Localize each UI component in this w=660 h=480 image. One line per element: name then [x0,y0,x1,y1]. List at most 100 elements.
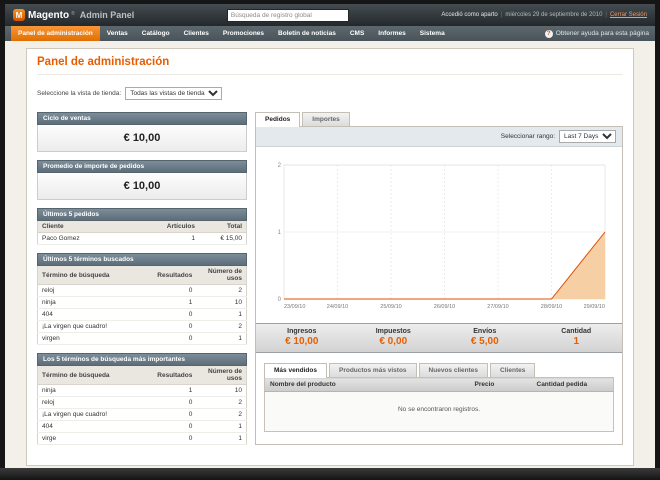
table-cell: 0 [150,432,197,445]
table-row: virgen 0 1 [37,332,247,345]
svg-text:26/09/10: 26/09/10 [434,304,455,310]
table-cell: virge [37,432,151,445]
empty-row: No se encontraron registros. [264,391,614,432]
table-header-row: Cliente Artículos Total [37,221,247,233]
top-search-terms-panel: Los 5 términos de búsqueda más important… [37,353,247,445]
top-search-terms-title: Los 5 términos de búsqueda más important… [37,353,247,366]
table-cell: reloj [37,396,151,409]
column-header: Número de usos [196,266,247,285]
store-view-select[interactable]: Todas las vistas de tienda [125,87,223,100]
magento-logo[interactable]: M Magento ® Admin Panel [13,9,134,21]
stat-label: Cantidad [561,328,592,335]
chart-toolbar: Seleccionar rango: Last 7 Days [256,127,622,147]
range-select[interactable]: Last 7 Days [559,130,616,143]
orders-chart: 0 1 2 23/09/10 24/09/10 25/09/10 26/09/10 27/09… [278,163,606,310]
tab-mas-vendidos[interactable]: Más vendidos [264,363,327,378]
table-row: ninja 1 10 [37,384,247,397]
table-row: ¡La virgen que cuadro! 0 2 [37,408,247,421]
help-link[interactable]: ? Obtener ayuda para esta página [544,26,649,41]
stat-value: € 0,00 [379,336,408,347]
table-cell: 1 [150,296,197,309]
average-orders-panel: Promedio de importe de pedidos € 10,00 [37,160,247,200]
table-header-row: Término de búsqueda Resultados Número de u… [37,266,247,285]
nav-item-clientes[interactable]: Clientes [177,26,216,41]
table-cell: 1 [142,232,199,245]
separator: | [605,12,607,18]
table-body: ninja 1 10 reloj 0 2 ¡La virgen que cuadro! 0 2 4… [37,384,247,445]
stat-value: € 5,00 [470,336,499,347]
stat-value: 1 [573,336,580,347]
right-column: Pedidos Importes Seleccionar rango: Last … [255,112,623,445]
logged-in-as: Accedió como aparto [441,12,498,18]
main-nav: Panel de administración Ventas Catálogo Cli… [5,26,655,41]
products-table: Nombre del producto Precio Cantidad pedida… [264,377,614,432]
table-body: No se encontraron registros. [264,391,614,432]
registered-mark: ® [71,11,75,17]
column-header: Resultados [150,366,197,385]
last-search-terms-panel: Últimos 5 términos buscados Término de b… [37,253,247,345]
table-cell: 10 [196,384,247,397]
nav-item-panel-de-administracion[interactable]: Panel de administración [11,26,100,41]
table-cell: 0 [150,308,197,321]
help-icon: ? [544,29,553,38]
bottom-frame-bar [0,468,660,480]
admin-page: M Magento ® Admin Panel Accedió como apa… [5,4,655,468]
content-area: Panel de administración Seleccione la vi… [5,41,655,466]
stat-label: Impuestos [375,328,411,335]
tab-nuevos-clientes[interactable]: Nuevos clientes [418,363,489,377]
nav-items: Panel de administración Ventas Catálogo Cli… [11,26,452,41]
stat-value: € 10,00 [285,336,319,347]
nav-item-promociones[interactable]: Promociones [216,26,271,41]
svg-text:2: 2 [278,163,282,169]
nav-item-informes[interactable]: Informes [371,26,412,41]
table-cell: 2 [196,284,247,297]
table-cell: 10 [196,296,247,309]
table-cell: 1 [196,432,247,445]
column-header: Término de búsqueda [37,366,151,385]
table-cell: 404 [37,420,151,433]
table-cell: 0 [150,284,197,297]
nav-item-cms[interactable]: CMS [343,26,371,41]
tab-importes[interactable]: Importes [302,112,350,126]
column-header: Precio [469,377,532,392]
column-header: Número de usos [196,366,247,385]
chart-area: 0 1 2 23/09/10 24/09/10 25/09/10 26/09/10 27/09… [256,147,622,315]
totals-bar: Ingresos € 10,00 Impuestos € 0,00 Envíos € 5,… [256,323,622,353]
lifetime-sales-panel: Ciclo de ventas € 10,00 [37,112,247,152]
table-row: 404 0 1 [37,308,247,321]
last-orders-table: Cliente Artículos Total Paco Gomez 1 € 15,00 [37,221,247,245]
stat-envios: Envíos € 5,00 [439,324,531,352]
dashboard-columns: Ciclo de ventas € 10,00 Promedio de impo… [37,112,623,453]
table-cell: ¡La virgen que cuadro! [37,320,151,333]
stat-label: Envíos [473,328,497,335]
svg-text:28/09/10: 28/09/10 [541,304,562,310]
nav-item-boletin-de-noticias[interactable]: Boletín de noticias [271,26,343,41]
stat-ingresos: Ingresos € 10,00 [256,324,348,352]
nav-item-ventas[interactable]: Ventas [100,26,135,41]
orders-tab-panel: Seleccionar rango: Last 7 Days 0 1 2 23/09/… [255,126,623,445]
table-row: 404 0 1 [37,420,247,433]
table-cell: 404 [37,308,151,321]
table-cell: 0 [150,396,197,409]
global-search-input[interactable] [226,8,349,22]
nav-item-catalogo[interactable]: Catálogo [135,26,177,41]
table-row: ¡La virgen que cuadro! 0 2 [37,320,247,333]
last-orders-panel: Últimos 5 pedidos Cliente Artículos Total … [37,208,247,245]
logout-link[interactable]: Cerrar Sesión [610,12,647,18]
logo-subtitle: Admin Panel [79,10,135,20]
table-header-row: Nombre del producto Precio Cantidad pedida [264,377,614,392]
column-header: Cantidad pedida [531,377,614,392]
nav-item-sistema[interactable]: Sistema [413,26,452,41]
tab-pedidos[interactable]: Pedidos [255,112,301,127]
stat-impuestos: Impuestos € 0,00 [348,324,440,352]
tab-productos-mas-vistos[interactable]: Productos más vistos [328,363,417,377]
lifetime-sales-value: € 10,00 [37,125,247,152]
table-row: reloj 0 2 [37,396,247,409]
table-body: reloj 0 2 ninja 1 10 404 0 1 ¡La virgen que cuadr… [37,284,247,345]
table-cell: 0 [150,332,197,345]
tab-clientes[interactable]: Clientes [490,363,536,377]
logo-text: Magento [28,9,70,21]
dashboard-tabs: Pedidos Importes [255,112,623,127]
stat-label: Ingresos [287,328,317,335]
table-cell: 1 [196,420,247,433]
